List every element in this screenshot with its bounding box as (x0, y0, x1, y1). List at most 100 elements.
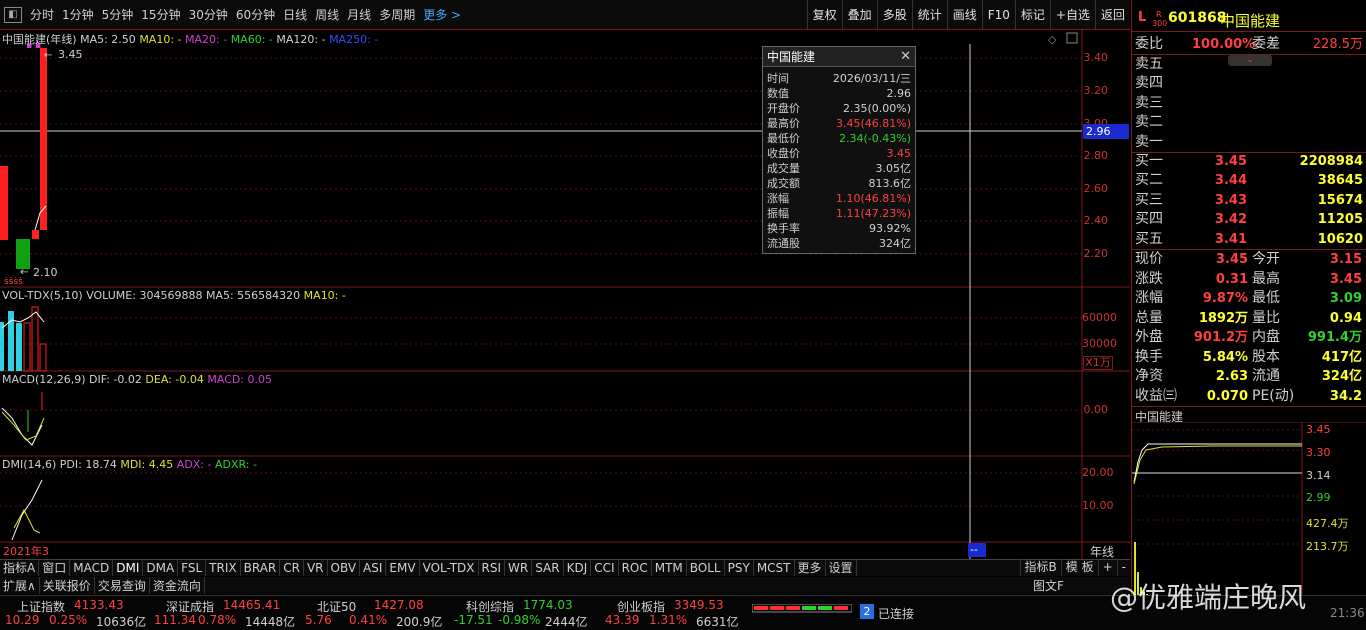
vol-volume: VOLUME: 304569888 (86, 289, 203, 302)
toolbar-button-2[interactable]: 多股 (876, 0, 912, 30)
period-label[interactable]: 年线 (1090, 543, 1114, 560)
bottom-tab-3[interactable]: 资金流向 (150, 577, 205, 594)
macd-dif: DIF: -0.02 (89, 373, 142, 386)
indicator-tab-1[interactable]: 窗口 (39, 560, 71, 576)
stat-label: 今开 (1252, 251, 1280, 267)
bottom-right-tab[interactable]: 图文F (1033, 577, 1064, 594)
popup-row: 时间 2026/03/11/三 (763, 71, 915, 86)
toolbar-button-7[interactable]: +自选 (1049, 0, 1095, 30)
book-row[interactable]: 买二 3.44 38645 (1132, 171, 1366, 190)
toolbar-button-5[interactable]: F10 (981, 0, 1015, 30)
popup-row-key: 流通股 (767, 237, 800, 250)
period-tab-8[interactable]: 月线 (343, 6, 375, 23)
toolbar-button-1[interactable]: 叠加 (841, 0, 877, 30)
y-tick-label: 10.00 (1082, 499, 1114, 512)
vol-unit-label[interactable]: X1万 (1083, 356, 1113, 370)
period-tab-3[interactable]: 15分钟 (137, 6, 184, 23)
index-amount: 2444亿 (545, 615, 588, 629)
indicator-tab-5[interactable]: FSL (178, 560, 207, 576)
toolbar-button-0[interactable]: 复权 (806, 0, 842, 30)
period-tab-4[interactable]: 30分钟 (185, 6, 232, 23)
indicator-tab-6[interactable]: TRIX (206, 560, 241, 576)
period-tab-2[interactable]: 5分钟 (98, 6, 138, 23)
book-row[interactable]: 买一 3.45 2208984 (1132, 152, 1366, 171)
period-tab-0[interactable]: 分时 (26, 6, 58, 23)
indicator-right-tab-1[interactable]: 模 板 (1060, 559, 1098, 576)
close-icon[interactable]: ✕ (900, 47, 911, 67)
more-periods-button[interactable]: 更多 > (419, 6, 465, 23)
indicator-tab-22[interactable]: PSY (725, 560, 754, 576)
indicator-tab-25[interactable]: 设置 (826, 560, 857, 576)
indicator-tab-13[interactable]: VOL-TDX (420, 560, 479, 576)
index-value: 4133.43 (74, 598, 124, 612)
y-tick-label: 20.00 (1082, 466, 1114, 479)
period-tab-5[interactable]: 60分钟 (232, 6, 279, 23)
stat-label: 收益㈢ (1135, 387, 1177, 404)
indicator-tab-10[interactable]: OBV (328, 560, 361, 576)
menu-icon[interactable]: ◧ (4, 6, 22, 23)
indicator-tab-11[interactable]: ASI (360, 560, 387, 576)
indicator-tab-12[interactable]: EMV (386, 560, 420, 576)
book-volume: 10620 (1317, 231, 1363, 247)
indicator-tab-23[interactable]: MCST (754, 560, 795, 576)
indicator-tab-21[interactable]: BOLL (687, 560, 725, 576)
book-row[interactable]: 卖四 (1132, 74, 1366, 93)
period-tab-1[interactable]: 1分钟 (58, 6, 98, 23)
indicator-tab-14[interactable]: RSI (479, 560, 506, 576)
indicator-tab-17[interactable]: KDJ (564, 560, 592, 576)
bottom-tab-2[interactable]: 交易查询 (95, 577, 150, 594)
toolbar-button-3[interactable]: 统计 (911, 0, 947, 30)
mini-intraday-chart[interactable] (1132, 422, 1366, 600)
toolbar-button-4[interactable]: 画线 (946, 0, 982, 30)
indicator-tab-4[interactable]: DMA (143, 560, 179, 576)
bottom-tab-1[interactable]: 关联报价 (40, 577, 95, 594)
popup-row: 收盘价 3.45 (763, 146, 915, 161)
indicator-tab-0[interactable]: 指标A (0, 560, 40, 576)
indicator-right-tab-3[interactable]: - (1116, 559, 1130, 576)
popup-row-value: 324亿 (879, 237, 911, 250)
book-price: 3.41 (1214, 231, 1247, 247)
book-row[interactable]: 卖三 (1132, 94, 1366, 113)
popup-row-key: 振幅 (767, 207, 789, 220)
stat-label: 涨跌 (1135, 270, 1163, 287)
indicator-tab-7[interactable]: BRAR (241, 560, 281, 576)
crosshair-value-badge: 2.96 (1083, 124, 1129, 139)
book-row[interactable]: 买五 3.41 10620 (1132, 230, 1366, 249)
indicator-tab-16[interactable]: SAR (532, 560, 564, 576)
chart-area[interactable]: ← ← ▪ ▪ ṡṡṡṡ ◇ 中国能建(年线) MA5: 2.50 MA10: … (0, 30, 1130, 559)
book-level-label: 卖四 (1135, 75, 1163, 92)
book-row[interactable]: 卖二 (1132, 113, 1366, 132)
book-volume: 11205 (1317, 212, 1363, 228)
period-tab-9[interactable]: 多周期 (375, 6, 419, 23)
book-row[interactable]: 买四 3.42 11205 (1132, 210, 1366, 229)
stat-value: 3.45 (1215, 252, 1248, 267)
indicator-tab-15[interactable]: WR (505, 560, 533, 576)
indicator-tab-3[interactable]: DMI (113, 560, 144, 576)
book-row[interactable]: 买三 3.43 15674 (1132, 191, 1366, 210)
index-pct: -0.98% (498, 613, 541, 627)
book-level-label: 卖三 (1135, 94, 1163, 111)
indicator-tab-2[interactable]: MACD (70, 560, 114, 576)
indicator-right-tab-0[interactable]: 指标B (1019, 559, 1061, 576)
period-tab-6[interactable]: 日线 (279, 6, 311, 23)
indicator-tab-18[interactable]: CCI (591, 560, 619, 576)
indicator-tab-9[interactable]: VR (304, 560, 328, 576)
bottom-tab-0[interactable]: 扩展∧ (0, 577, 40, 594)
data-window-popup[interactable]: 中国能建 ✕ 时间 2026/03/11/三 数值 2.96 开盘价 2.35(0.00%… (762, 46, 916, 254)
popup-row-key: 最低价 (767, 132, 800, 145)
indicator-tab-19[interactable]: ROC (619, 560, 652, 576)
vol-bar (31, 306, 39, 372)
toolbar-button-8[interactable]: 返回 (1094, 0, 1130, 30)
indicator-tab-8[interactable]: CR (280, 560, 304, 576)
indicator-tab-24[interactable]: 更多 (795, 560, 826, 576)
vol-ma10: MA10: - (303, 289, 346, 302)
popup-row-key: 成交额 (767, 177, 800, 190)
period-tabs: 分时 1分钟 5分钟 15分钟 30分钟 60分钟 日线 周线 月线 多周期 (26, 6, 419, 23)
book-row[interactable]: 卖一 (1132, 133, 1366, 152)
indicator-tab-20[interactable]: MTM (652, 560, 687, 576)
stat-value: 901.2万 (1193, 330, 1248, 345)
period-tab-7[interactable]: 周线 (311, 6, 343, 23)
book-row[interactable]: 卖五 (1132, 55, 1366, 74)
toolbar-button-6[interactable]: 标记 (1014, 0, 1050, 30)
indicator-right-tab-2[interactable]: + (1097, 559, 1117, 576)
